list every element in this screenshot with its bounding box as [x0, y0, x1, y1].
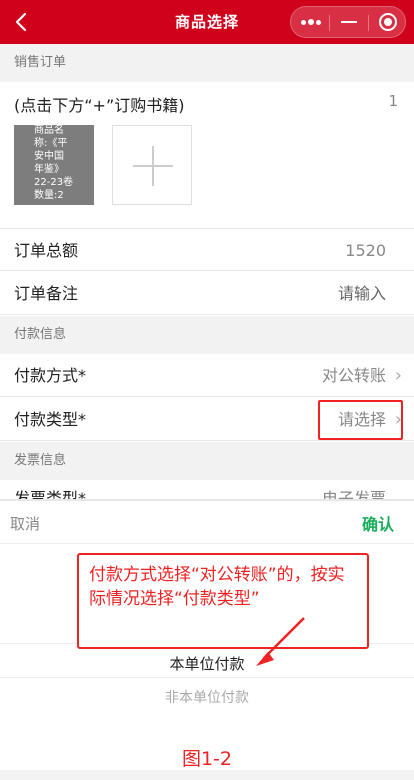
- invoice-type-label: 发票类型*: [14, 489, 87, 500]
- picker-option-own-unit[interactable]: 本单位付款: [0, 653, 414, 674]
- annotation-note: 付款方式选择“对公转账”的，按实际情况选择“付款类型”: [77, 553, 369, 649]
- close-target-icon[interactable]: [369, 7, 407, 37]
- annotation-arrow-icon: [256, 617, 305, 666]
- picker-option-other-unit[interactable]: 非本单位付款: [0, 687, 414, 707]
- invoice-type-row[interactable]: 发票类型* 电子发票: [0, 480, 414, 500]
- picker-confirm-button[interactable]: 确认: [362, 511, 394, 535]
- minimize-icon[interactable]: [330, 7, 368, 37]
- order-count: 1: [388, 92, 398, 110]
- book-card-text: 商品名 称:《平 安中国 年鉴》 22-23卷 数量:2: [34, 125, 74, 201]
- order-total-value: 1520: [345, 241, 386, 260]
- picker-cancel-button[interactable]: 取消: [10, 513, 40, 534]
- section-sales-order: 销售订单: [0, 44, 414, 82]
- invoice-type-value: 电子发票: [321, 489, 386, 500]
- chevron-right-icon: ›: [394, 365, 402, 386]
- section-invoice-info: 发票信息: [0, 442, 414, 480]
- add-book-button[interactable]: [112, 125, 192, 205]
- book-card[interactable]: 商品名 称:《平 安中国 年鉴》 22-23卷 数量:2: [14, 125, 94, 205]
- payment-method-label: 付款方式*: [14, 366, 87, 385]
- payment-method-value: 对公转账: [321, 366, 386, 385]
- more-dots-icon[interactable]: [291, 7, 329, 37]
- order-note-label: 订单备注: [14, 284, 79, 303]
- nav-bar: 商品选择: [0, 0, 414, 44]
- payment-method-row[interactable]: 付款方式* 对公转账 ›: [0, 354, 414, 397]
- order-total-row: 订单总额 1520: [0, 228, 414, 271]
- section-payment-info: 付款信息: [0, 316, 414, 354]
- order-note-row[interactable]: 订单备注 请输入: [0, 272, 414, 315]
- bottom-divider: [0, 770, 414, 780]
- order-hint: (点击下方“+”订购书籍): [14, 96, 185, 115]
- highlight-box: [318, 400, 403, 440]
- capsule-menu: [290, 6, 406, 38]
- order-total-label: 订单总额: [14, 241, 79, 260]
- payment-type-label: 付款类型*: [14, 410, 87, 429]
- figure-label: 图1-2: [181, 748, 233, 770]
- order-note-input[interactable]: 请输入: [338, 272, 386, 315]
